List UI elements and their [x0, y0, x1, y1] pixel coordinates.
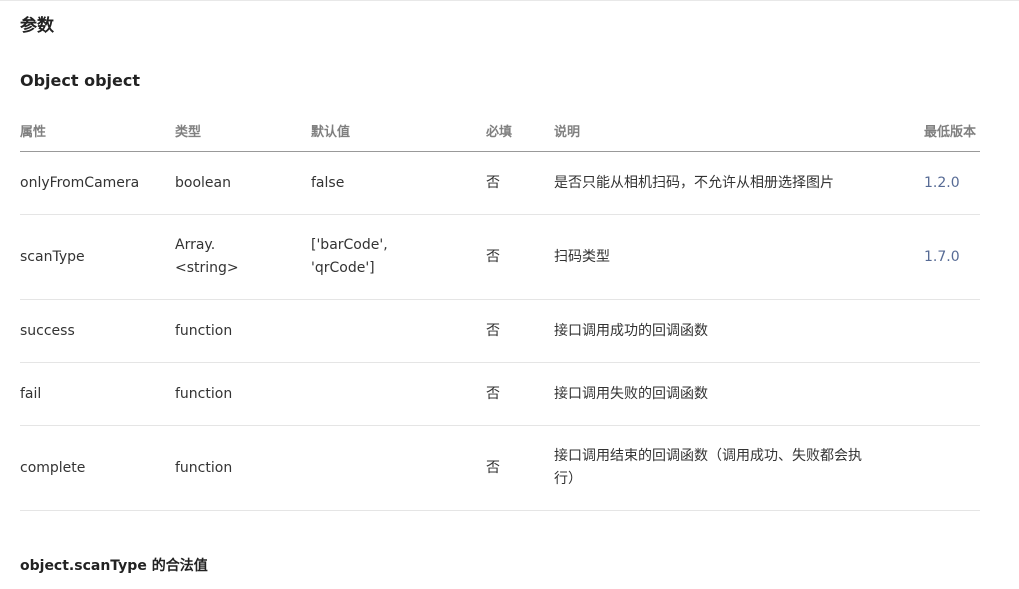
table-row: scanType Array.<string> ['barCode', 'qrC…: [20, 214, 980, 300]
header-type: 类型: [175, 110, 311, 152]
param-description: 接口调用成功的回调函数: [554, 299, 924, 363]
param-version-link[interactable]: 1.2.0: [924, 151, 980, 215]
param-description-text: 接口调用成功的回调函数: [554, 322, 708, 339]
param-description-text: 是否只能从相机扫码，不允许从相册选择图片: [554, 174, 834, 191]
param-description: 是否只能从相机扫码，不允许从相册选择图片: [554, 151, 924, 215]
param-required: 否: [486, 151, 554, 215]
params-table: 属性 类型 默认值 必填 说明 最低版本 onlyFromCamera bool…: [20, 110, 980, 511]
table-row: success function 否 接口调用成功的回调函数: [20, 299, 980, 363]
header-default: 默认值: [311, 110, 486, 152]
param-required: 否: [486, 214, 554, 300]
table-row: complete function 否 接口调用结束的回调函数（调用成功、失败都…: [20, 425, 980, 511]
header-version: 最低版本: [924, 110, 980, 152]
param-description-text: 接口调用失败的回调函数: [554, 385, 708, 402]
param-version-link[interactable]: 1.7.0: [924, 214, 980, 300]
param-description-text: 扫码类型: [554, 248, 610, 265]
section-title: 参数: [20, 16, 54, 36]
param-default-text: ['barCode', 'qrCode']: [311, 237, 388, 276]
table-row: onlyFromCamera boolean false 否 是否只能从相机扫码…: [20, 151, 980, 215]
param-name: complete: [20, 425, 175, 511]
param-description: 接口调用失败的回调函数: [554, 362, 924, 426]
param-name: scanType: [20, 214, 175, 300]
param-description: 接口调用结束的回调函数（调用成功、失败都会执行）: [554, 425, 924, 511]
param-type: Array.<string>: [175, 214, 311, 300]
header-name: 属性: [20, 110, 175, 152]
param-default: false: [311, 151, 486, 215]
param-type: function: [175, 362, 311, 426]
table-row: fail function 否 接口调用失败的回调函数: [20, 362, 980, 426]
param-type: function: [175, 299, 311, 363]
top-divider: [0, 0, 1019, 1]
param-version: [924, 299, 980, 363]
param-heading: Object object: [20, 71, 141, 90]
param-type-text: Array.<string>: [175, 237, 239, 276]
param-name: fail: [20, 362, 175, 426]
param-version: [924, 362, 980, 426]
param-name: success: [20, 299, 175, 363]
param-type: boolean: [175, 151, 311, 215]
param-version: [924, 425, 980, 511]
param-required: 否: [486, 362, 554, 426]
param-default: [311, 425, 486, 511]
param-default: [311, 362, 486, 426]
header-required: 必填: [486, 110, 554, 152]
param-default: ['barCode', 'qrCode']: [311, 214, 486, 300]
param-default: [311, 299, 486, 363]
param-required: 否: [486, 299, 554, 363]
param-description-text: 接口调用结束的回调函数（调用成功、失败都会执行）: [554, 448, 862, 487]
param-name: onlyFromCamera: [20, 151, 175, 215]
table-header-row: 属性 类型 默认值 必填 说明 最低版本: [20, 110, 980, 152]
header-description: 说明: [554, 110, 924, 152]
subsection-heading: object.scanType 的合法值: [20, 558, 208, 574]
param-type: function: [175, 425, 311, 511]
param-required: 否: [486, 425, 554, 511]
param-description: 扫码类型: [554, 214, 924, 300]
